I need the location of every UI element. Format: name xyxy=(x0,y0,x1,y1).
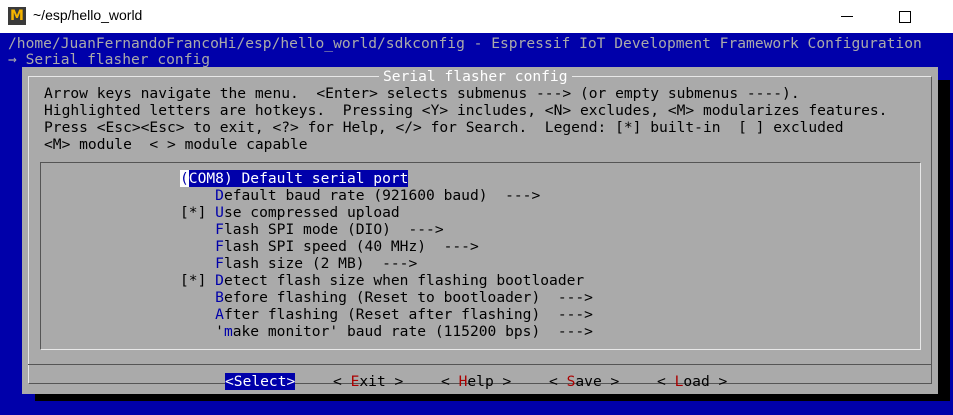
config-dialog: Serial flasher config Arrow keys navigat… xyxy=(22,67,938,394)
menu-item-prefix xyxy=(180,187,215,204)
menu-item-default-serial-port[interactable]: (COM8) Default serial port xyxy=(180,170,409,187)
button-separator xyxy=(28,364,932,365)
menu-item-label: efault baud rate (921600 baud) ---> xyxy=(223,187,541,204)
help-text-line: Arrow keys navigate the menu. <Enter> se… xyxy=(44,85,800,102)
hotkey-letter: F xyxy=(215,221,224,238)
hotkey-letter: F xyxy=(215,255,224,272)
menu-item-label: lash size (2 MB) ---> xyxy=(223,255,418,272)
menu-item-detect-flash-size[interactable]: [*] Detect flash size when flashing boot… xyxy=(180,272,584,289)
menu-item-label: lash SPI speed (40 MHz) ---> xyxy=(223,238,479,255)
hotkey-letter: D xyxy=(215,187,224,204)
menu-item-flash-spi-speed[interactable]: Flash SPI speed (40 MHz) ---> xyxy=(180,238,479,255)
window-title: ~/esp/hello_world xyxy=(33,7,143,23)
terminal-area[interactable]: /home/JuanFernandoFrancoHi/esp/hello_wor… xyxy=(0,33,953,415)
menu-item-prefix: ' xyxy=(180,323,224,340)
menu-list[interactable]: (COM8) Default serial port Default baud … xyxy=(40,162,921,350)
button-label: oad > xyxy=(683,373,728,390)
button-label: elp > xyxy=(467,373,512,390)
exit-button[interactable]: < Exit > xyxy=(333,373,403,390)
checkbox-indicator: [*] xyxy=(180,204,216,221)
menu-item-prefix xyxy=(180,289,215,306)
button-bracket: < xyxy=(441,373,459,390)
button-label: ave > xyxy=(575,373,620,390)
breadcrumb: → Serial flasher config xyxy=(8,51,211,68)
menu-item-monitor-baud-rate[interactable]: 'make monitor' baud rate (115200 bps) --… xyxy=(180,323,593,340)
button-bracket: < xyxy=(549,373,567,390)
hotkey-letter: U xyxy=(215,204,224,221)
minimize-button[interactable] xyxy=(824,0,870,33)
menu-item-prefix xyxy=(180,306,215,323)
menu-item-prefix xyxy=(180,255,215,272)
terminal-app-icon: M xyxy=(8,7,26,25)
maximize-button[interactable] xyxy=(882,0,928,33)
menu-item-prefix xyxy=(180,221,215,238)
button-bracket: < xyxy=(333,373,351,390)
menu-item-baud-rate[interactable]: Default baud rate (921600 baud) ---> xyxy=(180,187,540,204)
help-text-line: Press <Esc><Esc> to exit, <?> for Help, … xyxy=(44,119,844,136)
minimize-icon xyxy=(841,16,853,17)
dialog-title: Serial flasher config xyxy=(379,68,572,85)
save-button[interactable]: < Save > xyxy=(549,373,619,390)
checkbox-indicator: [*] xyxy=(180,272,216,289)
menu-item-prefix xyxy=(180,238,215,255)
maximize-icon xyxy=(899,10,911,23)
menu-item-compressed-upload[interactable]: [*] Use compressed upload xyxy=(180,204,400,221)
hotkey-letter: D xyxy=(215,272,224,289)
window-titlebar[interactable]: M ~/esp/hello_world xyxy=(0,0,953,33)
menu-item-label: se compressed upload xyxy=(223,204,400,221)
load-button[interactable]: < Load > xyxy=(657,373,727,390)
help-button[interactable]: < Help > xyxy=(441,373,511,390)
help-text-line: <M> module < > module capable xyxy=(44,136,308,153)
menu-item-before-flashing[interactable]: Before flashing (Reset to bootloader) --… xyxy=(180,289,593,306)
menu-item-after-flashing[interactable]: After flashing (Reset after flashing) --… xyxy=(180,306,593,323)
menu-item-flash-spi-mode[interactable]: Flash SPI mode (DIO) ---> xyxy=(180,221,444,238)
button-bracket: < xyxy=(657,373,675,390)
menu-item-label: ake monitor' baud rate (115200 bps) ---> xyxy=(232,323,593,340)
menu-item-label: lash SPI mode (DIO) ---> xyxy=(223,221,444,238)
menu-item-label: fter flashing (Reset after flashing) ---… xyxy=(223,306,593,323)
menu-item-label: efore flashing (Reset to bootloader) ---… xyxy=(223,289,593,306)
hotkey-letter: A xyxy=(215,306,224,323)
select-button[interactable]: <Select> xyxy=(225,373,296,390)
text-cursor: ( xyxy=(180,170,189,187)
menu-item-flash-size[interactable]: Flash size (2 MB) ---> xyxy=(180,255,417,272)
hotkey-letter: B xyxy=(215,289,224,306)
hotkey-letter: F xyxy=(215,238,224,255)
hotkey-letter: m xyxy=(223,323,233,340)
help-text-line: Highlighted letters are hotkeys. Pressin… xyxy=(44,102,888,119)
config-path-header: /home/JuanFernandoFrancoHi/esp/hello_wor… xyxy=(8,35,922,52)
menu-item-label: COM8) Default serial port xyxy=(188,170,409,187)
menu-item-label: etect flash size when flashing bootloade… xyxy=(223,272,585,289)
button-label: xit > xyxy=(359,373,404,390)
